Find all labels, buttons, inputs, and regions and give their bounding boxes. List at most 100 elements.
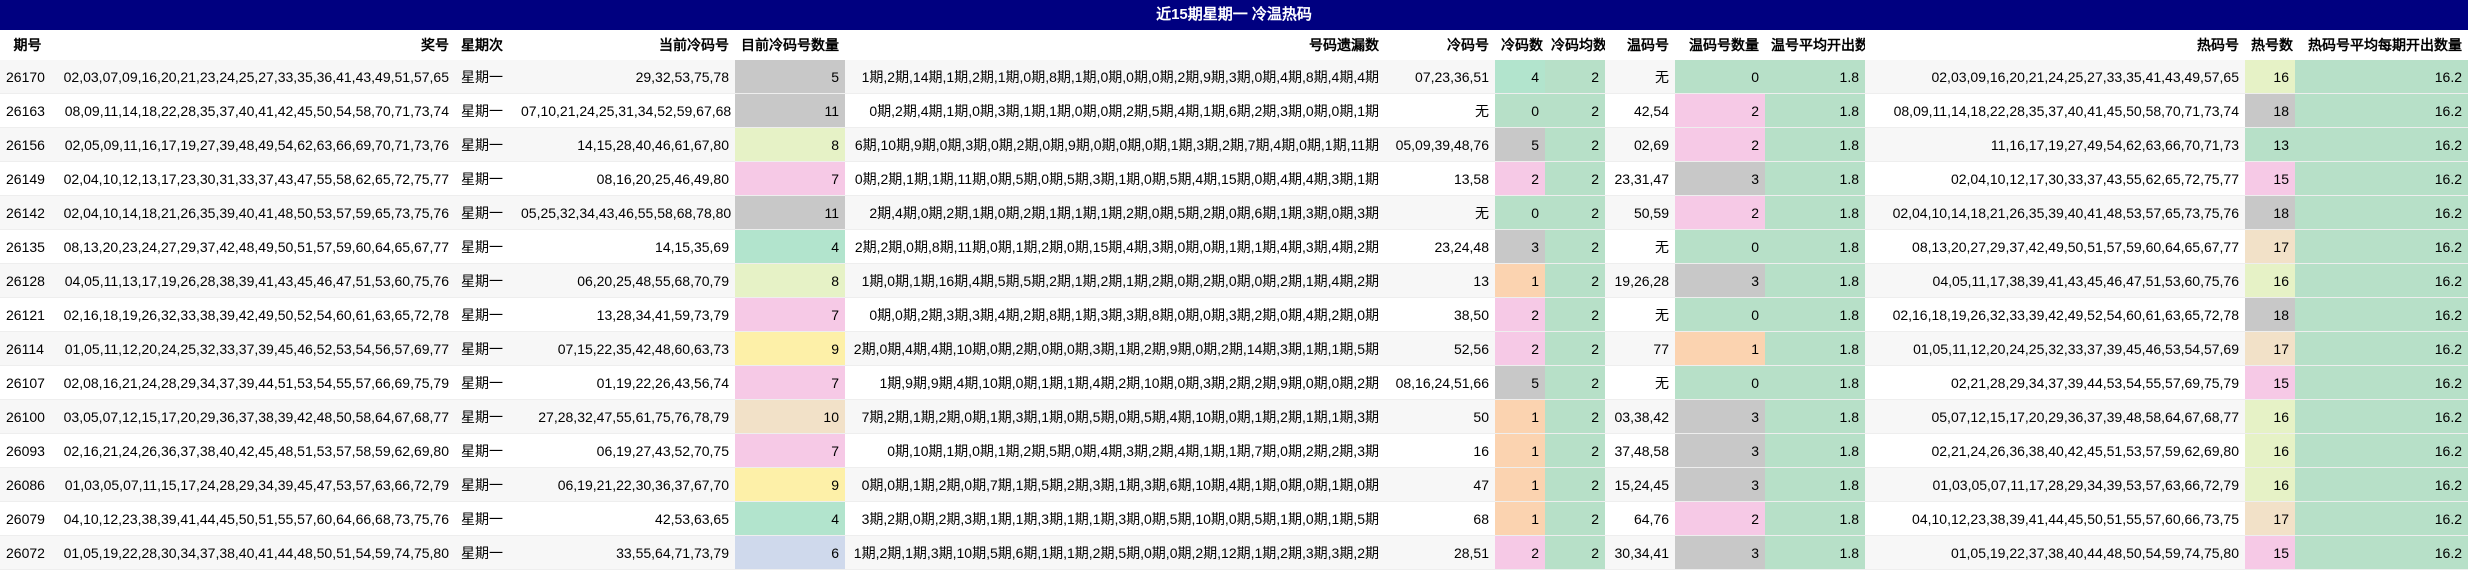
col-header-cold-count[interactable]: 目前冷码号数量	[735, 30, 845, 60]
warm-avg-cell: 1.8	[1765, 127, 1865, 162]
table-row[interactable]: 26072 01,05,19,22,28,30,34,37,38,40,41,44…	[0, 535, 2468, 570]
cold-no-cell: 无	[1385, 195, 1495, 230]
current-cold-cell: 01,19,22,26,43,56,74	[515, 365, 735, 400]
table-row[interactable]: 26170 02,03,07,09,16,20,21,23,24,25,27,33…	[0, 60, 2468, 94]
hot-num-cell: 13	[2245, 127, 2295, 162]
hot-no-cell: 04,10,12,23,38,39,41,44,45,50,51,55,57,6…	[1865, 501, 2245, 536]
cold-count-cell: 4	[735, 501, 845, 536]
warm-no-cell: 无	[1605, 60, 1675, 94]
weekday-cell: 星期一	[455, 365, 515, 400]
cold-count-cell: 8	[735, 127, 845, 162]
cold-avg-cell: 2	[1545, 297, 1605, 332]
hot-no-cell: 01,03,05,07,11,17,28,29,34,39,53,57,63,6…	[1865, 467, 2245, 502]
col-header-hot-avg[interactable]: 热码号平均每期开出数量	[2295, 30, 2468, 60]
table-row[interactable]: 26100 03,05,07,12,15,17,20,29,36,37,38,39…	[0, 399, 2468, 434]
warm-avg-cell: 1.8	[1765, 93, 1865, 128]
hot-avg-cell: 16.2	[2295, 297, 2468, 332]
miss-count-cell: 1期,9期,9期,4期,10期,0期,1期,1期,4期,2期,10期,0期,3期…	[845, 365, 1385, 400]
current-cold-cell: 33,55,64,71,73,79	[515, 535, 735, 570]
issue-cell: 26114	[0, 331, 55, 366]
issue-cell: 26142	[0, 195, 55, 230]
table-row[interactable]: 26142 02,04,10,14,18,21,26,35,39,40,41,48…	[0, 195, 2468, 230]
numbers-cell: 03,05,07,12,15,17,20,29,36,37,38,39,42,4…	[55, 399, 455, 434]
numbers-cell: 02,03,07,09,16,20,21,23,24,25,27,33,35,3…	[55, 60, 455, 94]
issue-cell: 26121	[0, 297, 55, 332]
weekday-cell: 星期一	[455, 331, 515, 366]
warm-avg-cell: 1.8	[1765, 535, 1865, 570]
cold-avg-cell: 2	[1545, 433, 1605, 468]
hot-no-cell: 01,05,11,12,20,24,25,32,33,37,39,45,46,5…	[1865, 331, 2245, 366]
cold-num-cell: 2	[1495, 535, 1545, 570]
cold-no-cell: 05,09,39,48,76	[1385, 127, 1495, 162]
cold-count-cell: 10	[735, 399, 845, 434]
numbers-cell: 08,13,20,23,24,27,29,37,42,48,49,50,51,5…	[55, 229, 455, 264]
cold-no-cell: 13,58	[1385, 161, 1495, 196]
weekday-cell: 星期一	[455, 195, 515, 230]
col-header-cold-num[interactable]: 冷码数	[1495, 30, 1545, 60]
cold-avg-cell: 2	[1545, 263, 1605, 298]
table-row[interactable]: 26156 02,05,09,11,16,17,19,27,39,48,49,54…	[0, 127, 2468, 162]
table-row[interactable]: 26149 02,04,10,12,13,17,23,30,31,33,37,43…	[0, 161, 2468, 196]
cold-count-cell: 7	[735, 161, 845, 196]
hot-num-cell: 16	[2245, 433, 2295, 468]
warm-avg-cell: 1.8	[1765, 161, 1865, 196]
warm-no-cell: 无	[1605, 365, 1675, 400]
warm-avg-cell: 1.8	[1765, 297, 1865, 332]
warm-no-cell: 无	[1605, 297, 1675, 332]
table-row[interactable]: 26163 08,09,11,14,18,22,28,35,37,40,41,42…	[0, 93, 2468, 128]
hot-num-cell: 15	[2245, 535, 2295, 570]
warm-count-cell: 2	[1675, 501, 1765, 536]
miss-count-cell: 6期,10期,9期,0期,3期,0期,2期,0期,9期,0期,0期,0期,1期,…	[845, 127, 1385, 162]
table-row[interactable]: 26128 04,05,11,13,17,19,26,28,38,39,41,43…	[0, 263, 2468, 298]
table-row[interactable]: 26107 02,08,16,21,24,28,29,34,37,39,44,51…	[0, 365, 2468, 400]
table-row[interactable]: 26135 08,13,20,23,24,27,29,37,42,48,49,50…	[0, 229, 2468, 264]
col-header-current-cold[interactable]: 当前冷码号	[515, 30, 735, 60]
table-row[interactable]: 26114 01,05,11,12,20,24,25,32,33,37,39,45…	[0, 331, 2468, 366]
hot-num-cell: 15	[2245, 365, 2295, 400]
current-cold-cell: 14,15,35,69	[515, 229, 735, 264]
hot-num-cell: 18	[2245, 195, 2295, 230]
hot-avg-cell: 16.2	[2295, 127, 2468, 162]
col-header-numbers[interactable]: 奖号	[55, 30, 455, 60]
issue-cell: 26093	[0, 433, 55, 468]
warm-count-cell: 3	[1675, 467, 1765, 502]
issue-cell: 26086	[0, 467, 55, 502]
col-header-issue[interactable]: 期号	[0, 30, 55, 60]
numbers-cell: 02,16,21,24,26,36,37,38,40,42,45,48,51,5…	[55, 433, 455, 468]
warm-avg-cell: 1.8	[1765, 467, 1865, 502]
col-header-cold-no[interactable]: 冷码号	[1385, 30, 1495, 60]
table-row[interactable]: 26093 02,16,21,24,26,36,37,38,40,42,45,48…	[0, 433, 2468, 468]
warm-no-cell: 37,48,58	[1605, 433, 1675, 468]
warm-avg-cell: 1.8	[1765, 60, 1865, 94]
numbers-cell: 04,10,12,23,38,39,41,44,45,50,51,55,57,6…	[55, 501, 455, 536]
warm-avg-cell: 1.8	[1765, 365, 1865, 400]
cold-num-cell: 1	[1495, 433, 1545, 468]
miss-count-cell: 0期,10期,1期,0期,1期,2期,5期,0期,4期,3期,2期,4期,1期,…	[845, 433, 1385, 468]
numbers-cell: 01,05,19,22,28,30,34,37,38,40,41,44,48,5…	[55, 535, 455, 570]
table-row[interactable]: 26086 01,03,05,07,11,15,17,24,28,29,34,39…	[0, 467, 2468, 502]
col-header-warm-avg[interactable]: 温号平均开出数	[1765, 30, 1865, 60]
cold-num-cell: 2	[1495, 297, 1545, 332]
issue-cell: 26128	[0, 263, 55, 298]
hot-num-cell: 16	[2245, 263, 2295, 298]
numbers-cell: 04,05,11,13,17,19,26,28,38,39,41,43,45,4…	[55, 263, 455, 298]
miss-count-cell: 0期,0期,2期,3期,3期,4期,2期,8期,1期,3期,3期,8期,0期,0…	[845, 297, 1385, 332]
miss-count-cell: 0期,2期,1期,1期,11期,0期,5期,0期,5期,3期,1期,0期,5期,…	[845, 161, 1385, 196]
cold-avg-cell: 2	[1545, 331, 1605, 366]
table-title: 近15期星期一 冷温热码	[0, 0, 2468, 30]
cold-num-cell: 1	[1495, 399, 1545, 434]
table-row[interactable]: 26121 02,16,18,19,26,32,33,38,39,42,49,50…	[0, 297, 2468, 332]
weekday-cell: 星期一	[455, 263, 515, 298]
hot-avg-cell: 16.2	[2295, 195, 2468, 230]
col-header-warm-count[interactable]: 温码号数量	[1675, 30, 1765, 60]
col-header-miss-count[interactable]: 号码遗漏数	[845, 30, 1385, 60]
col-header-hot-no[interactable]: 热码号	[1865, 30, 2245, 60]
col-header-hot-num[interactable]: 热号数	[2245, 30, 2295, 60]
table-row[interactable]: 26079 04,10,12,23,38,39,41,44,45,50,51,55…	[0, 501, 2468, 536]
col-header-weekday[interactable]: 星期次	[455, 30, 515, 60]
current-cold-cell: 27,28,32,47,55,61,75,76,78,79	[515, 399, 735, 434]
warm-avg-cell: 1.8	[1765, 399, 1865, 434]
col-header-cold-avg[interactable]: 冷码均数	[1545, 30, 1605, 60]
weekday-cell: 星期一	[455, 297, 515, 332]
col-header-warm-no[interactable]: 温码号	[1605, 30, 1675, 60]
